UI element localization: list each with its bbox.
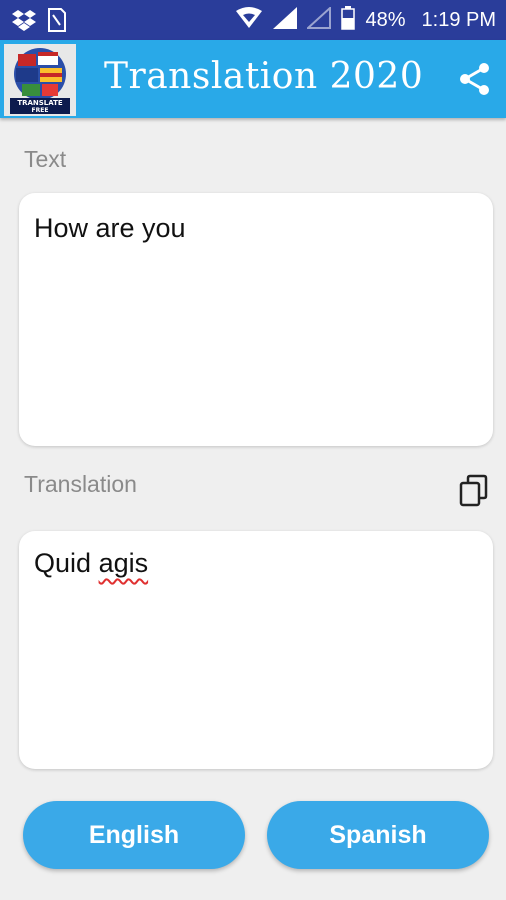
battery-icon (341, 5, 356, 35)
copy-icon (459, 474, 488, 507)
translation-word-misspelled: agis (98, 548, 149, 578)
text-label: Text (24, 146, 67, 172)
app-logo: TRANSLATE FREE (4, 44, 76, 116)
copy-button[interactable] (458, 474, 490, 508)
sim-icon (48, 8, 66, 37)
app-title: Translation 2020 (104, 56, 424, 97)
translation-label: Translation (24, 471, 137, 497)
battery-percent: 48% (365, 8, 406, 31)
dropbox-icon (12, 9, 36, 36)
wifi-icon (235, 6, 263, 34)
share-button[interactable] (458, 62, 492, 96)
target-language-button[interactable]: Spanish (267, 801, 489, 869)
clock: 1:19 PM (421, 8, 496, 31)
signal-empty-icon (305, 5, 332, 34)
status-bar: 48% 1:19 PM (0, 0, 506, 40)
svg-text:FREE: FREE (32, 107, 49, 114)
app-bar: TRANSLATE FREE Translation 2020 (0, 40, 506, 118)
source-text-value: How are you (34, 213, 186, 243)
translation-text-value: Quid agis (34, 548, 148, 579)
source-text-field[interactable]: How are you (19, 193, 493, 446)
share-icon (460, 63, 489, 95)
source-language-button[interactable]: English (23, 801, 245, 869)
svg-text:TRANSLATE: TRANSLATE (17, 99, 63, 107)
translation-word: Quid (34, 548, 92, 578)
translation-text-field[interactable]: Quid agis (19, 531, 493, 769)
signal-icon (273, 6, 298, 34)
